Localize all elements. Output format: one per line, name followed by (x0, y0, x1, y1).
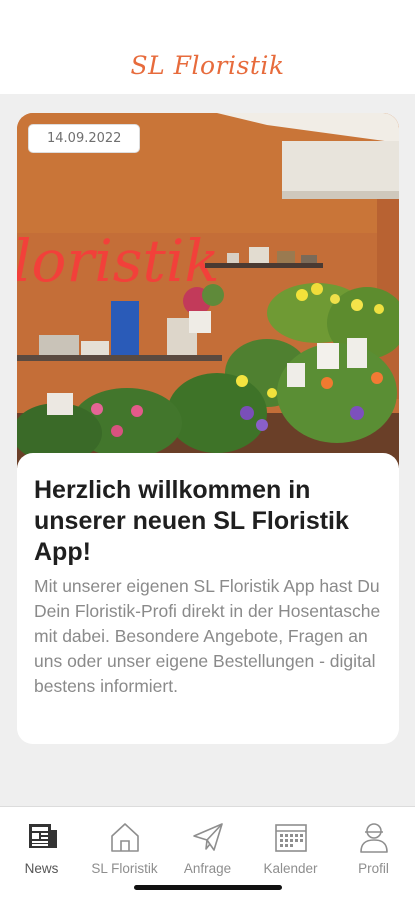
house-icon (110, 823, 139, 852)
news-text: Mit unserer eigenen SL Floristik App has… (34, 576, 381, 696)
news-photo: loristik 14.09.2022 (17, 113, 399, 468)
nav-item-news[interactable]: News (0, 819, 83, 883)
paper-plane-icon (192, 823, 223, 851)
brand-logo: SL Floristik (130, 51, 285, 80)
newspaper-icon (28, 824, 57, 848)
app-header: SL Floristik (0, 0, 415, 94)
nav-item-anfrage[interactable]: Anfrage (166, 819, 249, 883)
date-badge: 14.09.2022 (28, 124, 141, 153)
calendar-icon (274, 824, 307, 852)
news-card-body: Herzlich willkommen in unserer neuen SL … (17, 453, 399, 744)
nav-label-news: News (24, 861, 59, 876)
nav-item-profil[interactable]: Profil (332, 819, 415, 883)
neon-sign-text: loristik (17, 227, 220, 295)
nav-label-anfrage: Anfrage (183, 861, 232, 876)
news-title: Herzlich willkommen in unserer neuen SL … (34, 476, 349, 566)
nav-label-profil: Profil (358, 861, 389, 876)
nav-item-sl-floristik[interactable]: SL Floristik (83, 819, 166, 883)
app-screen: SL Floristik loristik 14.09.2022 Herzlic… (0, 0, 415, 900)
news-card[interactable]: loristik 14.09.2022 Herzlich willkommen … (17, 113, 399, 744)
nav-item-kalender[interactable]: Kalender (249, 819, 332, 883)
nav-label-kalender: Kalender (263, 861, 318, 876)
home-indicator (134, 885, 282, 890)
person-icon (359, 823, 388, 853)
nav-label-sl-floristik: SL Floristik (91, 861, 158, 876)
